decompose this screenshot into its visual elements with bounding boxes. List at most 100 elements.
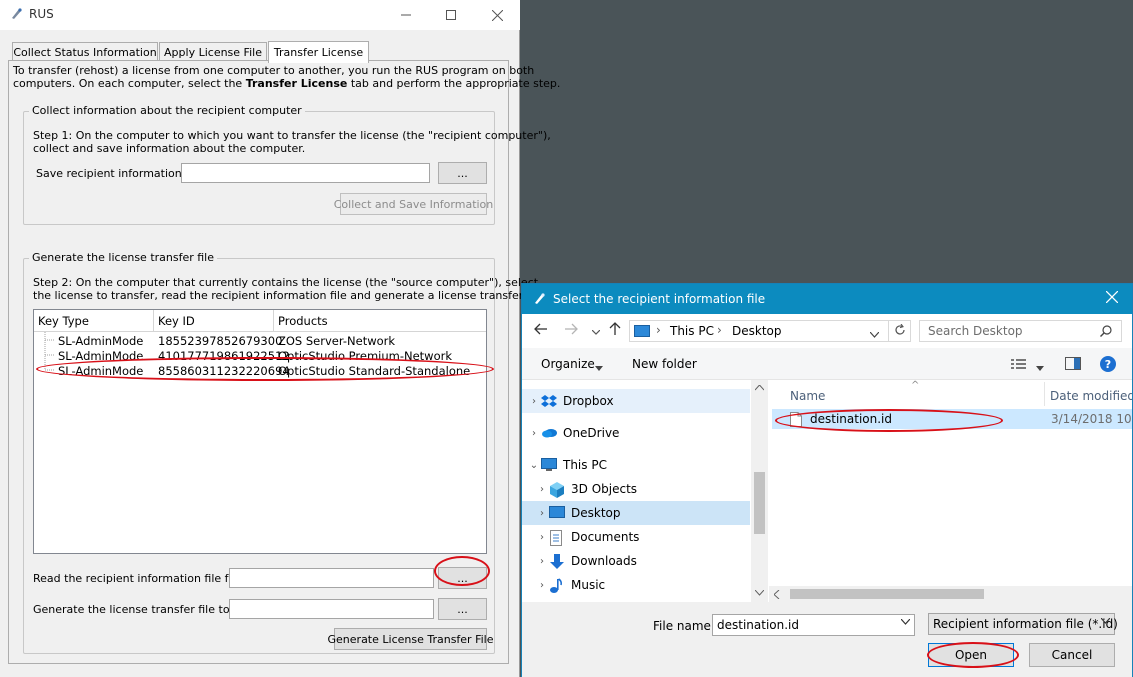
generate-transfer-legend: Generate the license transfer file <box>29 251 218 264</box>
navigation-scrollbar[interactable] <box>751 380 768 602</box>
file-name: destination.id <box>810 412 893 426</box>
dialog-titlebar[interactable]: Select the recipient information file <box>522 284 1132 314</box>
rus-titlebar[interactable]: RUS <box>0 0 520 30</box>
collect-and-save-button[interactable]: Collect and Save Information <box>334 193 493 215</box>
save-recipient-path-input[interactable] <box>181 163 430 183</box>
row-product: OpticStudio Standard-Standalone <box>278 364 471 378</box>
open-button[interactable]: Open <box>928 643 1014 667</box>
intro-line-1: To transfer (rehost) a license from one … <box>13 64 535 77</box>
generate-license-transfer-button[interactable]: Generate License Transfer File <box>328 628 494 650</box>
refresh-icon[interactable] <box>888 320 911 342</box>
forward-arrow-icon[interactable] <box>564 323 578 338</box>
file-name-label: File name: <box>653 619 715 633</box>
read-recipient-path-input[interactable] <box>229 568 434 588</box>
tree-item-downloads[interactable]: › Downloads <box>522 549 750 573</box>
address-bar[interactable]: › This PC › Desktop <box>629 320 911 342</box>
organize-chevron-icon <box>595 361 603 374</box>
read-recipient-label: Read the recipient information file from <box>33 572 251 585</box>
intro-line-2: computers. On each computer, select the … <box>13 77 561 90</box>
view-options-icon[interactable] <box>1011 358 1027 373</box>
tree-item-3d-objects[interactable]: › 3D Objects <box>522 477 750 501</box>
license-row[interactable]: SL-AdminMode 410177719861922512 OpticStu… <box>34 349 486 364</box>
organize-button[interactable]: Organize <box>541 357 595 371</box>
generate-transfer-path-input[interactable] <box>229 599 434 619</box>
dialog-close-button[interactable] <box>1105 290 1122 307</box>
tree-item-onedrive[interactable]: › OneDrive <box>522 421 750 445</box>
save-recipient-browse-button[interactable]: ... <box>438 162 487 184</box>
column-key-id[interactable]: Key ID <box>154 310 274 332</box>
file-row-selected[interactable]: destination.id 3/14/2018 10:16 <box>772 409 1132 429</box>
tree-item-this-pc[interactable]: ⌄ This PC <box>522 453 750 477</box>
file-type-filter-value: Recipient information file (*.id) <box>933 617 1118 631</box>
documents-icon <box>549 530 565 546</box>
generate-transfer-label: Generate the license transfer file to <box>33 603 230 616</box>
search-box[interactable]: Search Desktop <box>919 320 1122 342</box>
breadcrumb-desktop[interactable]: Desktop <box>732 324 782 338</box>
up-arrow-icon[interactable] <box>609 322 621 339</box>
file-list-hscrollbar[interactable] <box>769 586 1132 602</box>
recent-locations-chevron-icon[interactable] <box>591 326 601 339</box>
music-icon <box>549 578 565 593</box>
breadcrumb-this-pc[interactable]: This PC <box>670 324 714 338</box>
tree-item-desktop-selected[interactable]: › Desktop <box>522 501 750 525</box>
row-key-type: SL-AdminMode <box>58 349 144 363</box>
select-file-dialog: Select the recipient information file › … <box>521 283 1133 677</box>
tree-label: Dropbox <box>563 394 614 408</box>
file-name-input[interactable]: destination.id <box>712 614 915 636</box>
file-icon <box>790 412 802 430</box>
view-chevron-icon[interactable] <box>1036 361 1044 374</box>
row-key-id: 18552397852679300 <box>158 334 283 348</box>
tree-item-documents[interactable]: › Documents <box>522 525 750 549</box>
license-row-selected[interactable]: SL-AdminMode 855860311232220694 OpticStu… <box>34 364 486 379</box>
filter-dropdown-chevron-icon[interactable] <box>1100 617 1111 627</box>
address-dropdown-chevron-icon[interactable] <box>869 327 880 341</box>
license-list[interactable]: Key Type Key ID Products SL-AdminMode 18… <box>33 309 487 554</box>
rus-title: RUS <box>29 7 54 21</box>
column-name[interactable]: Name <box>790 389 825 403</box>
tree-item-music[interactable]: › Music <box>522 573 750 597</box>
step2-line-2: the license to transfer, read the recipi… <box>33 289 548 302</box>
license-row[interactable]: SL-AdminMode 18552397852679300 ZOS Serve… <box>34 334 486 349</box>
tab-collect-status[interactable]: Collect Status Information <box>12 42 158 62</box>
close-button[interactable] <box>474 0 520 30</box>
maximize-button[interactable] <box>428 0 474 30</box>
tree-item-dropbox[interactable]: › Dropbox <box>522 389 750 413</box>
file-name-dropdown-chevron-icon[interactable] <box>900 618 911 628</box>
read-recipient-browse-button[interactable]: ... <box>438 567 487 589</box>
generate-transfer-group: Generate the license transfer file Step … <box>23 251 547 654</box>
save-recipient-label: Save recipient information to <box>36 167 197 180</box>
new-folder-button[interactable]: New folder <box>632 357 697 371</box>
search-icon <box>1100 325 1112 340</box>
row-key-id: 410177719861922512 <box>158 349 290 363</box>
column-key-type[interactable]: Key Type <box>34 310 154 332</box>
rus-app-icon <box>9 7 23 24</box>
column-products[interactable]: Products <box>274 310 486 332</box>
generate-transfer-browse-button[interactable]: ... <box>438 598 487 620</box>
preview-pane-icon[interactable] <box>1065 357 1081 373</box>
search-placeholder: Search Desktop <box>928 324 1023 338</box>
tab-transfer-license[interactable]: Transfer License <box>268 41 369 63</box>
3d-objects-icon <box>549 482 565 498</box>
file-type-filter-select[interactable]: Recipient information file (*.id) <box>928 613 1118 635</box>
navigation-scroll-thumb[interactable] <box>754 472 765 534</box>
tree-label: Downloads <box>571 554 637 568</box>
tree-label: Music <box>571 578 606 592</box>
row-key-id: 855860311232220694 <box>158 364 290 378</box>
column-date-modified[interactable]: Date modified <box>1050 389 1132 403</box>
column-divider <box>1044 382 1045 406</box>
cancel-button[interactable]: Cancel <box>1029 643 1115 667</box>
file-list-hscroll-thumb[interactable] <box>790 589 984 599</box>
file-list[interactable]: ^ Name Date modified destination.id 3/14… <box>769 380 1132 602</box>
step1-line-2: collect and save information about the c… <box>33 142 306 155</box>
dialog-footer: File name: destination.id Recipient info… <box>522 602 1132 677</box>
dialog-app-icon <box>532 292 546 309</box>
help-icon[interactable]: ? <box>1100 356 1116 375</box>
back-arrow-icon[interactable] <box>534 323 548 338</box>
tab-apply-license[interactable]: Apply License File <box>159 42 267 62</box>
minimize-button[interactable] <box>383 0 429 30</box>
navigation-pane[interactable]: › Dropbox › OneDrive ⌄ This PC › 3D Obje… <box>522 380 768 602</box>
tree-label: 3D Objects <box>571 482 638 496</box>
svg-text:?: ? <box>1105 358 1111 371</box>
dialog-title: Select the recipient information file <box>553 292 766 306</box>
row-key-type: SL-AdminMode <box>58 364 144 378</box>
